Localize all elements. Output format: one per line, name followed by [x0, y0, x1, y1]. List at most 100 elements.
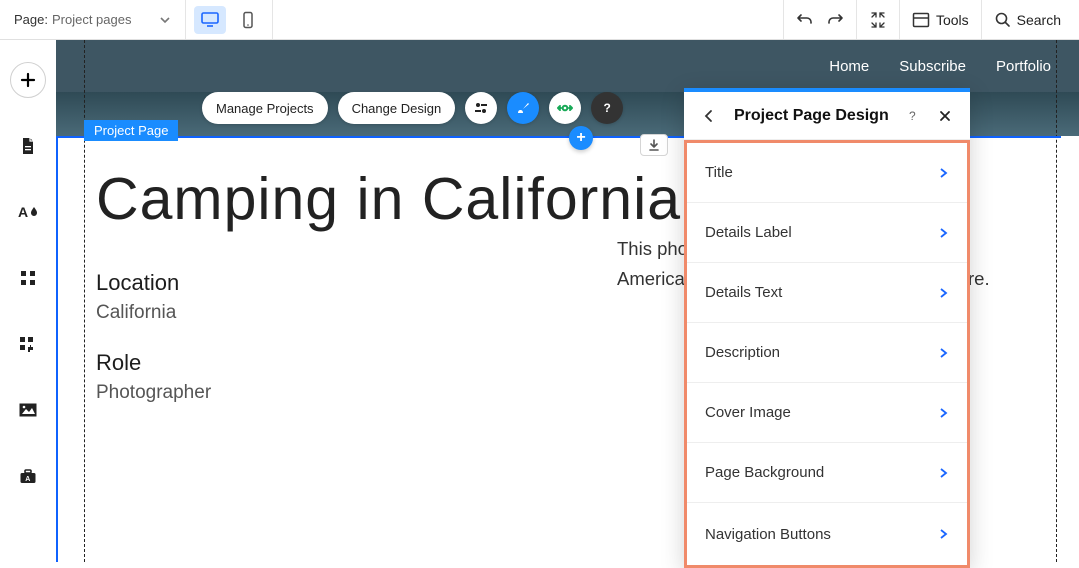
design-row-description[interactable]: Description [687, 323, 967, 383]
plus-icon: + [576, 129, 585, 147]
chevron-left-icon [702, 109, 716, 123]
mobile-preview-button[interactable] [232, 6, 264, 34]
undo-icon [796, 11, 814, 29]
add-apps-button[interactable] [10, 326, 46, 362]
row-label: Title [705, 164, 733, 181]
chevron-right-icon [937, 287, 949, 299]
manage-projects-button[interactable]: Manage Projects [202, 92, 328, 124]
chevron-right-icon [937, 167, 949, 179]
search-group: Search [981, 0, 1079, 39]
design-drop-icon: A [17, 202, 39, 222]
close-icon [938, 109, 952, 123]
design-row-navigation-buttons[interactable]: Navigation Buttons [687, 503, 967, 565]
tools-group: Tools [899, 0, 981, 39]
help-circle-button[interactable]: ? [591, 92, 623, 124]
chevron-down-icon [159, 14, 171, 26]
description-line-1: This pho [617, 238, 688, 259]
page-selector-label: Page: [14, 12, 48, 27]
svg-text:A: A [18, 204, 28, 220]
chevron-right-icon [937, 467, 949, 479]
sliders-icon [473, 100, 489, 116]
grid-icon [19, 269, 37, 287]
download-icon [647, 138, 661, 152]
project-page-design-panel: Project Page Design ? Title Details Labe… [684, 88, 970, 568]
desktop-preview-button[interactable] [194, 6, 226, 34]
design-row-page-background[interactable]: Page Background [687, 443, 967, 503]
row-label: Page Background [705, 464, 824, 481]
brush-icon [515, 100, 531, 116]
chevron-right-icon [937, 407, 949, 419]
puzzle-icon [18, 334, 38, 354]
chevron-right-icon [937, 528, 949, 540]
add-element-button[interactable] [10, 62, 46, 98]
row-label: Details Text [705, 284, 782, 301]
svg-text:?: ? [604, 101, 611, 115]
nav-portfolio-link[interactable]: Portfolio [996, 58, 1051, 75]
help-icon: ? [599, 100, 615, 116]
stretch-circle-button[interactable] [549, 92, 581, 124]
redo-icon [826, 11, 844, 29]
undo-redo-group [783, 0, 856, 39]
manage-projects-label: Manage Projects [216, 101, 314, 116]
pages-button[interactable] [10, 128, 46, 164]
row-label: Details Label [705, 224, 792, 241]
design-circle-button[interactable] [507, 92, 539, 124]
search-label: Search [1017, 12, 1061, 28]
design-row-cover-image[interactable]: Cover Image [687, 383, 967, 443]
design-row-title[interactable]: Title [687, 143, 967, 203]
settings-circle-button[interactable] [465, 92, 497, 124]
image-icon [18, 402, 38, 418]
desktop-icon [200, 11, 220, 29]
panel-header: Project Page Design ? [684, 92, 970, 140]
panel-title: Project Page Design [734, 107, 892, 125]
design-row-details-text[interactable]: Details Text [687, 263, 967, 323]
collapse-icon [869, 11, 887, 29]
design-options-list: Title Details Label Details Text Descrip… [684, 140, 970, 568]
media-button[interactable] [10, 392, 46, 428]
description-tail: re. [968, 268, 990, 289]
add-section-button[interactable]: + [569, 126, 593, 150]
business-button[interactable]: A [10, 458, 46, 494]
design-row-details-label[interactable]: Details Label [687, 203, 967, 263]
briefcase-icon: A [18, 467, 38, 485]
mobile-icon [241, 11, 255, 29]
left-tool-rail: A A [0, 40, 56, 562]
row-label: Cover Image [705, 404, 791, 421]
search-button[interactable]: Search [994, 11, 1061, 28]
nav-subscribe-link[interactable]: Subscribe [899, 58, 966, 75]
row-label: Navigation Buttons [705, 526, 831, 543]
site-header-nav: Home Subscribe Portfolio [56, 40, 1079, 92]
help-icon: ? [905, 108, 921, 124]
site-design-button[interactable]: A [10, 194, 46, 230]
zoom-group [856, 0, 899, 39]
tools-button[interactable]: Tools [912, 12, 969, 28]
page-selector-dropdown[interactable]: Page: Project pages [0, 0, 186, 39]
layout-icon [912, 12, 930, 28]
change-design-button[interactable]: Change Design [338, 92, 456, 124]
panel-close-button[interactable] [934, 105, 956, 127]
page-icon [19, 136, 37, 156]
row-label: Description [705, 344, 780, 361]
svg-text:?: ? [909, 109, 916, 123]
selection-label[interactable]: Project Page [84, 120, 178, 141]
svg-text:A: A [25, 476, 30, 483]
stretch-icon [556, 101, 574, 115]
tools-label: Tools [936, 12, 969, 28]
nav-home-link[interactable]: Home [829, 58, 869, 75]
chevron-right-icon [937, 227, 949, 239]
download-badge-button[interactable] [640, 134, 668, 156]
element-floating-toolbar: Manage Projects Change Design ? [202, 90, 623, 126]
plus-icon [19, 71, 37, 89]
description-line-2: America [617, 268, 685, 289]
apps-grid-button[interactable] [10, 260, 46, 296]
search-icon [994, 11, 1011, 28]
zoom-fit-button[interactable] [869, 11, 887, 29]
editor-top-bar: Page: Project pages [0, 0, 1079, 40]
redo-button[interactable] [826, 11, 844, 29]
undo-button[interactable] [796, 11, 814, 29]
chevron-right-icon [937, 347, 949, 359]
panel-help-button[interactable]: ? [902, 105, 924, 127]
panel-back-button[interactable] [698, 105, 720, 127]
change-design-label: Change Design [352, 101, 442, 116]
device-preview-group [186, 0, 273, 39]
